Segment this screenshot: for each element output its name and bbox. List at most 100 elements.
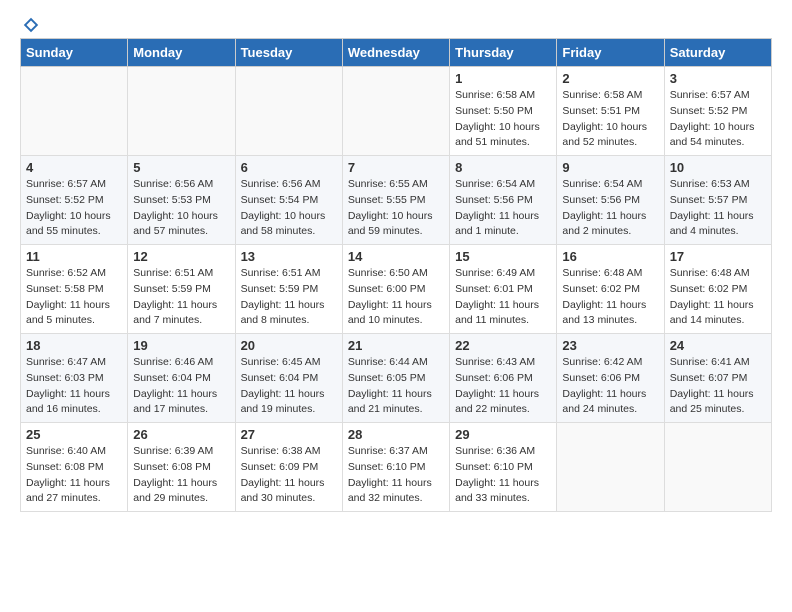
day-info: Sunrise: 6:37 AMSunset: 6:10 PMDaylight:… [348, 444, 444, 507]
day-cell [557, 423, 664, 512]
week-row-3: 18 Sunrise: 6:47 AMSunset: 6:03 PMDayligh… [21, 334, 772, 423]
day-info: Sunrise: 6:58 AMSunset: 5:51 PMDaylight:… [562, 88, 658, 151]
day-info: Sunrise: 6:56 AMSunset: 5:54 PMDaylight:… [241, 177, 337, 240]
day-info: Sunrise: 6:54 AMSunset: 5:56 PMDaylight:… [562, 177, 658, 240]
day-number: 16 [562, 249, 658, 264]
day-cell: 15 Sunrise: 6:49 AMSunset: 6:01 PMDayligh… [450, 245, 557, 334]
day-number: 24 [670, 338, 766, 353]
day-cell: 4Sunrise: 6:57 AMSunset: 5:52 PMDaylight… [21, 156, 128, 245]
day-cell: 26 Sunrise: 6:39 AMSunset: 6:08 PMDayligh… [128, 423, 235, 512]
day-cell [664, 423, 771, 512]
day-number: 7 [348, 160, 444, 175]
day-info: Sunrise: 6:47 AMSunset: 6:03 PMDaylight:… [26, 355, 122, 418]
day-info: Sunrise: 6:40 AMSunset: 6:08 PMDaylight:… [26, 444, 122, 507]
column-header-wednesday: Wednesday [342, 39, 449, 67]
day-info: Sunrise: 6:51 AMSunset: 5:59 PMDaylight:… [133, 266, 229, 329]
day-number: 22 [455, 338, 551, 353]
day-number: 18 [26, 338, 122, 353]
header-row: SundayMondayTuesdayWednesdayThursdayFrid… [21, 39, 772, 67]
day-info: Sunrise: 6:44 AMSunset: 6:05 PMDaylight:… [348, 355, 444, 418]
day-cell: 24 Sunrise: 6:41 AMSunset: 6:07 PMDayligh… [664, 334, 771, 423]
day-number: 12 [133, 249, 229, 264]
day-cell: 23 Sunrise: 6:42 AMSunset: 6:06 PMDayligh… [557, 334, 664, 423]
column-header-sunday: Sunday [21, 39, 128, 67]
day-number: 15 [455, 249, 551, 264]
day-number: 19 [133, 338, 229, 353]
day-cell: 7 Sunrise: 6:55 AMSunset: 5:55 PMDaylight… [342, 156, 449, 245]
day-cell: 18 Sunrise: 6:47 AMSunset: 6:03 PMDayligh… [21, 334, 128, 423]
day-info: Sunrise: 6:56 AMSunset: 5:53 PMDaylight:… [133, 177, 229, 240]
day-cell [21, 67, 128, 156]
day-cell: 13Sunrise: 6:51 AMSunset: 5:59 PMDayligh… [235, 245, 342, 334]
day-number: 23 [562, 338, 658, 353]
day-cell: 10 Sunrise: 6:53 AMSunset: 5:57 PMDayligh… [664, 156, 771, 245]
day-info: Sunrise: 6:49 AMSunset: 6:01 PMDaylight:… [455, 266, 551, 329]
day-cell: 29Sunrise: 6:36 AMSunset: 6:10 PMDayligh… [450, 423, 557, 512]
day-number: 11 [26, 249, 122, 264]
day-cell: 20 Sunrise: 6:45 AMSunset: 6:04 PMDayligh… [235, 334, 342, 423]
day-info: Sunrise: 6:58 AMSunset: 5:50 PMDaylight:… [455, 88, 551, 151]
week-row-4: 25 Sunrise: 6:40 AMSunset: 6:08 PMDayligh… [21, 423, 772, 512]
day-info: Sunrise: 6:50 AMSunset: 6:00 PMDaylight:… [348, 266, 444, 329]
day-cell [128, 67, 235, 156]
day-info: Sunrise: 6:53 AMSunset: 5:57 PMDaylight:… [670, 177, 766, 240]
day-number: 1 [455, 71, 551, 86]
day-number: 26 [133, 427, 229, 442]
logo-icon [22, 16, 40, 34]
day-number: 10 [670, 160, 766, 175]
day-info: Sunrise: 6:55 AMSunset: 5:55 PMDaylight:… [348, 177, 444, 240]
day-cell [235, 67, 342, 156]
day-info: Sunrise: 6:48 AMSunset: 6:02 PMDaylight:… [562, 266, 658, 329]
day-cell: 12 Sunrise: 6:51 AMSunset: 5:59 PMDayligh… [128, 245, 235, 334]
day-info: Sunrise: 6:57 AMSunset: 5:52 PMDaylight:… [26, 177, 122, 240]
day-number: 5 [133, 160, 229, 175]
column-header-tuesday: Tuesday [235, 39, 342, 67]
header [20, 16, 772, 30]
day-number: 25 [26, 427, 122, 442]
day-number: 21 [348, 338, 444, 353]
day-info: Sunrise: 6:38 AMSunset: 6:09 PMDaylight:… [241, 444, 337, 507]
day-number: 27 [241, 427, 337, 442]
day-cell: 27 Sunrise: 6:38 AMSunset: 6:09 PMDayligh… [235, 423, 342, 512]
day-cell: 2 Sunrise: 6:58 AMSunset: 5:51 PMDaylight… [557, 67, 664, 156]
week-row-1: 4Sunrise: 6:57 AMSunset: 5:52 PMDaylight… [21, 156, 772, 245]
day-number: 2 [562, 71, 658, 86]
day-cell: 17 Sunrise: 6:48 AMSunset: 6:02 PMDayligh… [664, 245, 771, 334]
day-cell: 21 Sunrise: 6:44 AMSunset: 6:05 PMDayligh… [342, 334, 449, 423]
column-header-thursday: Thursday [450, 39, 557, 67]
day-number: 13 [241, 249, 337, 264]
day-cell: 28 Sunrise: 6:37 AMSunset: 6:10 PMDayligh… [342, 423, 449, 512]
day-cell: 3 Sunrise: 6:57 AMSunset: 5:52 PMDaylight… [664, 67, 771, 156]
day-cell: 9 Sunrise: 6:54 AMSunset: 5:56 PMDaylight… [557, 156, 664, 245]
day-cell: 14 Sunrise: 6:50 AMSunset: 6:00 PMDayligh… [342, 245, 449, 334]
day-cell: 16 Sunrise: 6:48 AMSunset: 6:02 PMDayligh… [557, 245, 664, 334]
column-header-friday: Friday [557, 39, 664, 67]
day-number: 6 [241, 160, 337, 175]
day-info: Sunrise: 6:52 AMSunset: 5:58 PMDaylight:… [26, 266, 122, 329]
day-number: 14 [348, 249, 444, 264]
day-cell: 11 Sunrise: 6:52 AMSunset: 5:58 PMDayligh… [21, 245, 128, 334]
week-row-2: 11 Sunrise: 6:52 AMSunset: 5:58 PMDayligh… [21, 245, 772, 334]
column-header-monday: Monday [128, 39, 235, 67]
page: SundayMondayTuesdayWednesdayThursdayFrid… [0, 0, 792, 528]
day-number: 9 [562, 160, 658, 175]
logo [20, 16, 40, 30]
day-info: Sunrise: 6:45 AMSunset: 6:04 PMDaylight:… [241, 355, 337, 418]
day-number: 28 [348, 427, 444, 442]
day-info: Sunrise: 6:48 AMSunset: 6:02 PMDaylight:… [670, 266, 766, 329]
day-info: Sunrise: 6:43 AMSunset: 6:06 PMDaylight:… [455, 355, 551, 418]
day-cell: 22 Sunrise: 6:43 AMSunset: 6:06 PMDayligh… [450, 334, 557, 423]
day-cell: 19Sunrise: 6:46 AMSunset: 6:04 PMDayligh… [128, 334, 235, 423]
day-info: Sunrise: 6:57 AMSunset: 5:52 PMDaylight:… [670, 88, 766, 151]
day-cell: 8Sunrise: 6:54 AMSunset: 5:56 PMDaylight… [450, 156, 557, 245]
day-number: 17 [670, 249, 766, 264]
day-cell: 5 Sunrise: 6:56 AMSunset: 5:53 PMDaylight… [128, 156, 235, 245]
day-info: Sunrise: 6:41 AMSunset: 6:07 PMDaylight:… [670, 355, 766, 418]
day-info: Sunrise: 6:39 AMSunset: 6:08 PMDaylight:… [133, 444, 229, 507]
day-cell: 1 Sunrise: 6:58 AMSunset: 5:50 PMDaylight… [450, 67, 557, 156]
day-number: 20 [241, 338, 337, 353]
day-number: 8 [455, 160, 551, 175]
day-info: Sunrise: 6:42 AMSunset: 6:06 PMDaylight:… [562, 355, 658, 418]
column-header-saturday: Saturday [664, 39, 771, 67]
day-number: 3 [670, 71, 766, 86]
